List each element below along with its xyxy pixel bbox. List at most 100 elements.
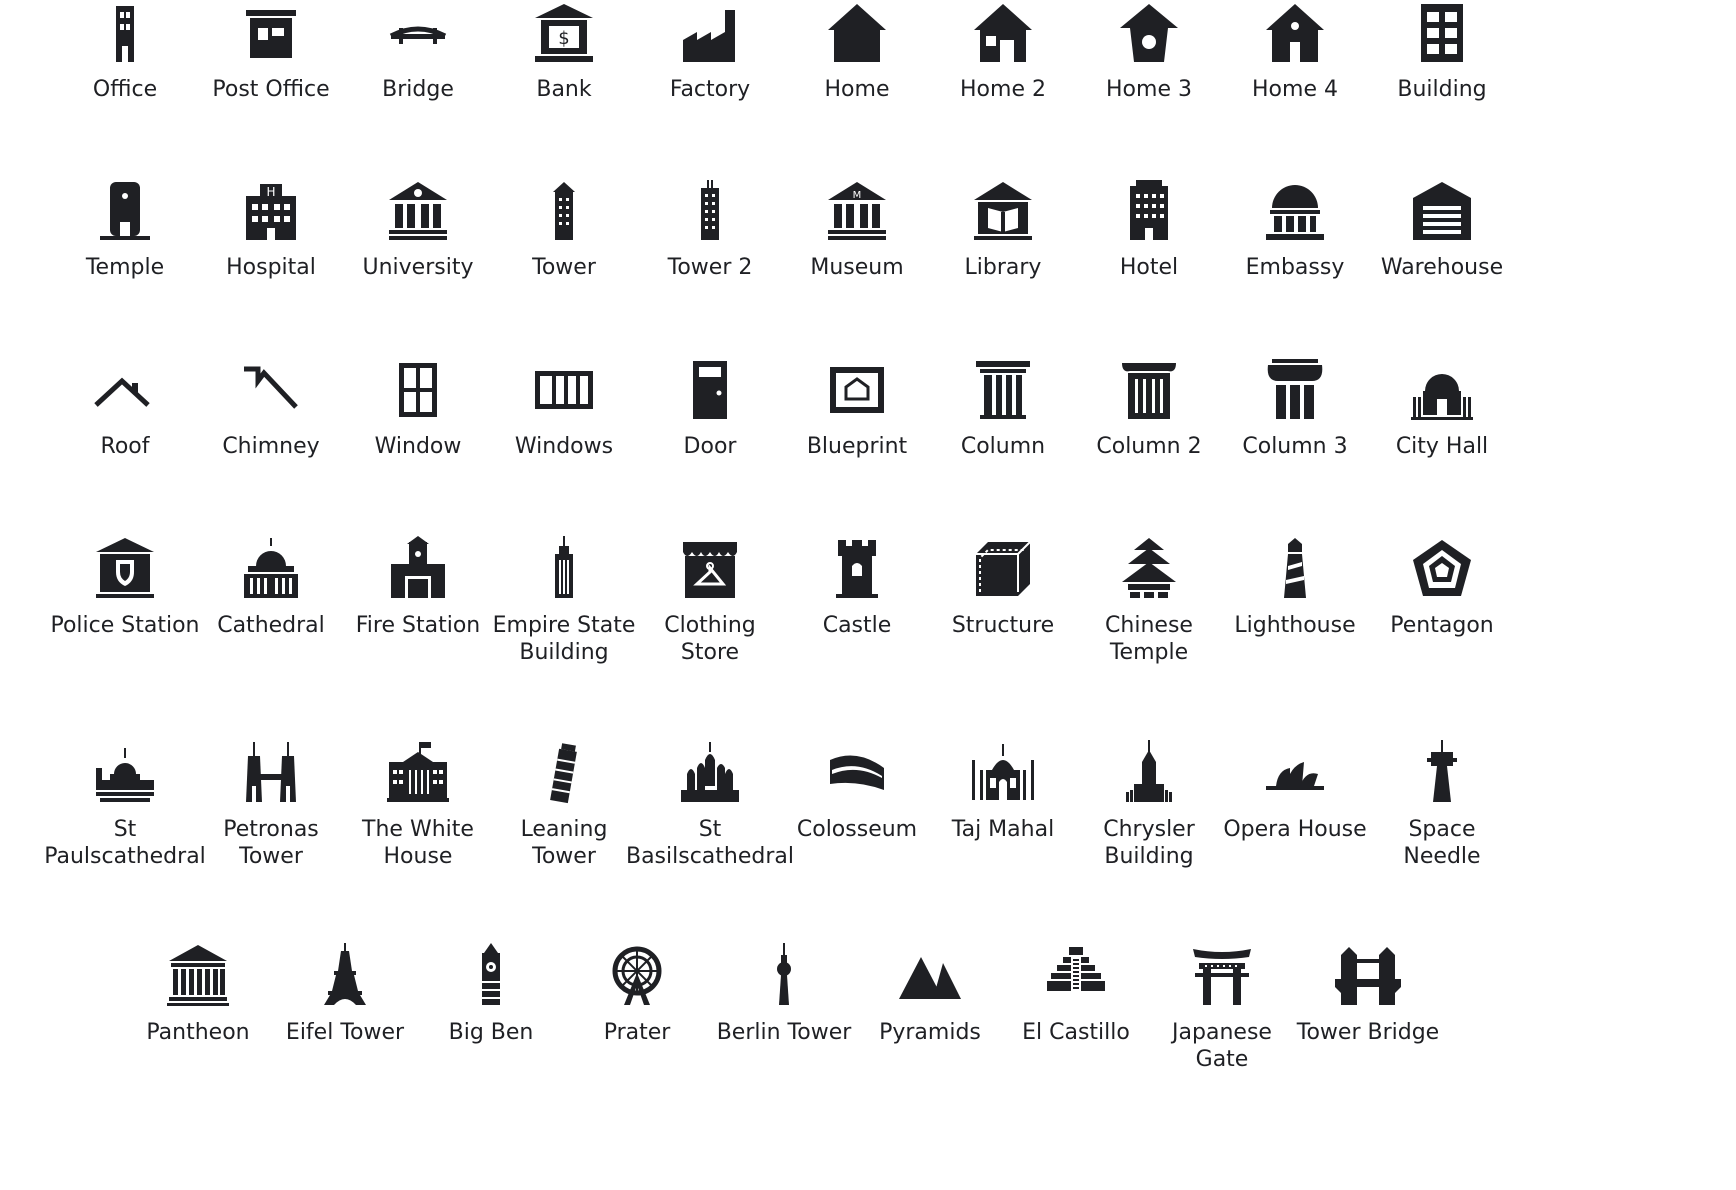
icon-tile: Castle <box>772 536 942 686</box>
icon-label: Embassy <box>1245 255 1345 280</box>
icon-tile: Fire Station <box>333 536 503 686</box>
icon-tile: Column 2 <box>1064 357 1234 507</box>
icon-tile: St Paulscathedral <box>40 740 210 890</box>
icon-label: Japanese Gate <box>1172 1020 1272 1072</box>
icon-tile: Chimney <box>186 357 356 507</box>
icon-tile: Factory <box>625 0 795 150</box>
icon-label: Tower 2 <box>667 255 753 280</box>
icon-grid: Office Post Office Bridge $ Bank Factory Home H… <box>0 0 1736 1190</box>
icon-label: Hotel <box>1119 255 1179 280</box>
icon-tile: Eifel Tower <box>260 943 430 1093</box>
berlin-tower-icon <box>751 943 817 1009</box>
chrysler-building-icon <box>1116 740 1182 806</box>
icon-tile: University <box>333 178 503 328</box>
icon-row-4: Police Station Cathedral Fire Station Empir… <box>0 536 1736 696</box>
space-needle-icon <box>1409 740 1475 806</box>
icon-label: Home 2 <box>960 77 1046 102</box>
column-3-icon <box>1262 357 1328 423</box>
icon-tile: Hotel <box>1064 178 1234 328</box>
icon-tile: Opera House <box>1210 740 1380 890</box>
pyramids-icon <box>897 943 963 1009</box>
icon-label: Tower Bridge <box>1296 1020 1440 1045</box>
lighthouse-icon <box>1262 536 1328 602</box>
icon-label: Structure <box>951 613 1055 638</box>
icon-tile: Colosseum <box>772 740 942 890</box>
icon-label: Pentagon <box>1390 613 1494 638</box>
icon-tile: The White House <box>333 740 503 890</box>
icon-tile: Big Ben <box>406 943 576 1093</box>
icon-row-1: Office Post Office Bridge $ Bank Factory Home H… <box>0 0 1736 160</box>
pentagon-icon <box>1409 536 1475 602</box>
icon-label: Berlin Tower <box>716 1020 852 1045</box>
temple-icon <box>92 178 158 244</box>
icon-tile: Temple <box>40 178 210 328</box>
icon-tile: Chinese Temple <box>1064 536 1234 686</box>
taj-mahal-icon <box>970 740 1036 806</box>
icon-row-5: St Paulscathedral Petronas Tower The White… <box>0 740 1736 900</box>
icon-tile: Pentagon <box>1357 536 1527 686</box>
icon-tile: Berlin Tower <box>699 943 869 1093</box>
hotel-icon <box>1116 178 1182 244</box>
icon-tile: H Hospital <box>186 178 356 328</box>
library-icon <box>970 178 1036 244</box>
chinese-temple-icon <box>1116 536 1182 602</box>
chimney-icon <box>238 357 304 423</box>
icon-tile: Office <box>40 0 210 150</box>
bank-icon: $ <box>531 0 597 66</box>
icon-label: Cathedral <box>217 613 325 638</box>
icon-tile: Windows <box>479 357 649 507</box>
icon-tile: Tower <box>479 178 649 328</box>
icon-row-2: Temple H Hospital University Tower Tower 2 M Mu… <box>0 178 1736 338</box>
icon-tile: Tower 2 <box>625 178 795 328</box>
tower-2-icon <box>677 178 743 244</box>
castle-icon <box>824 536 890 602</box>
japanese-gate-icon <box>1189 943 1255 1009</box>
icon-tile: Taj Mahal <box>918 740 1088 890</box>
icon-label: Fire Station <box>355 613 481 638</box>
bridge-icon <box>385 0 451 66</box>
icon-tile: Column 3 <box>1210 357 1380 507</box>
icon-label: Colosseum <box>796 817 918 842</box>
icon-tile: Pantheon <box>113 943 283 1093</box>
icon-label: Prater <box>603 1020 671 1045</box>
hospital-icon: H <box>238 178 304 244</box>
clothing-store-icon <box>677 536 743 602</box>
fire-station-icon <box>385 536 451 602</box>
icon-tile: Cathedral <box>186 536 356 686</box>
blueprint-icon <box>824 357 890 423</box>
icon-tile: $ Bank <box>479 0 649 150</box>
tower-icon <box>531 178 597 244</box>
icon-row-3: Roof Chimney Window Windows Door Blueprint Col… <box>0 357 1736 517</box>
embassy-icon <box>1262 178 1328 244</box>
icon-tile: Window <box>333 357 503 507</box>
icon-label: Column 2 <box>1096 434 1202 459</box>
icon-label: Taj Mahal <box>951 817 1055 842</box>
icon-label: Post Office <box>212 77 330 102</box>
icon-label: Column <box>960 434 1046 459</box>
empire-state-building-icon <box>531 536 597 602</box>
icon-label: St Paulscathedral <box>44 817 206 869</box>
icon-tile: Home 2 <box>918 0 1088 150</box>
icon-label: Column 3 <box>1242 434 1348 459</box>
icon-label: Chimney <box>222 434 320 459</box>
leaning-tower-icon <box>531 740 597 806</box>
icon-label: Castle <box>822 613 892 638</box>
svg-text:$: $ <box>558 28 569 49</box>
icon-tile: Bridge <box>333 0 503 150</box>
icon-label: Factory <box>669 77 751 102</box>
icon-label: Pantheon <box>146 1020 250 1045</box>
windows-icon <box>531 357 597 423</box>
prater-icon <box>604 943 670 1009</box>
roof-icon <box>92 357 158 423</box>
tower-bridge-icon <box>1335 943 1401 1009</box>
opera-house-icon <box>1262 740 1328 806</box>
icon-label: Pyramids <box>879 1020 981 1045</box>
icon-tile: St Basilscathedral <box>625 740 795 890</box>
icon-label: St Basilscathedral <box>625 817 794 869</box>
icon-tile: Home 3 <box>1064 0 1234 150</box>
icon-label: Home 4 <box>1252 77 1338 102</box>
svg-text:H: H <box>266 185 275 199</box>
door-icon <box>677 357 743 423</box>
icon-label: Chrysler Building <box>1103 817 1195 869</box>
university-icon <box>385 178 451 244</box>
